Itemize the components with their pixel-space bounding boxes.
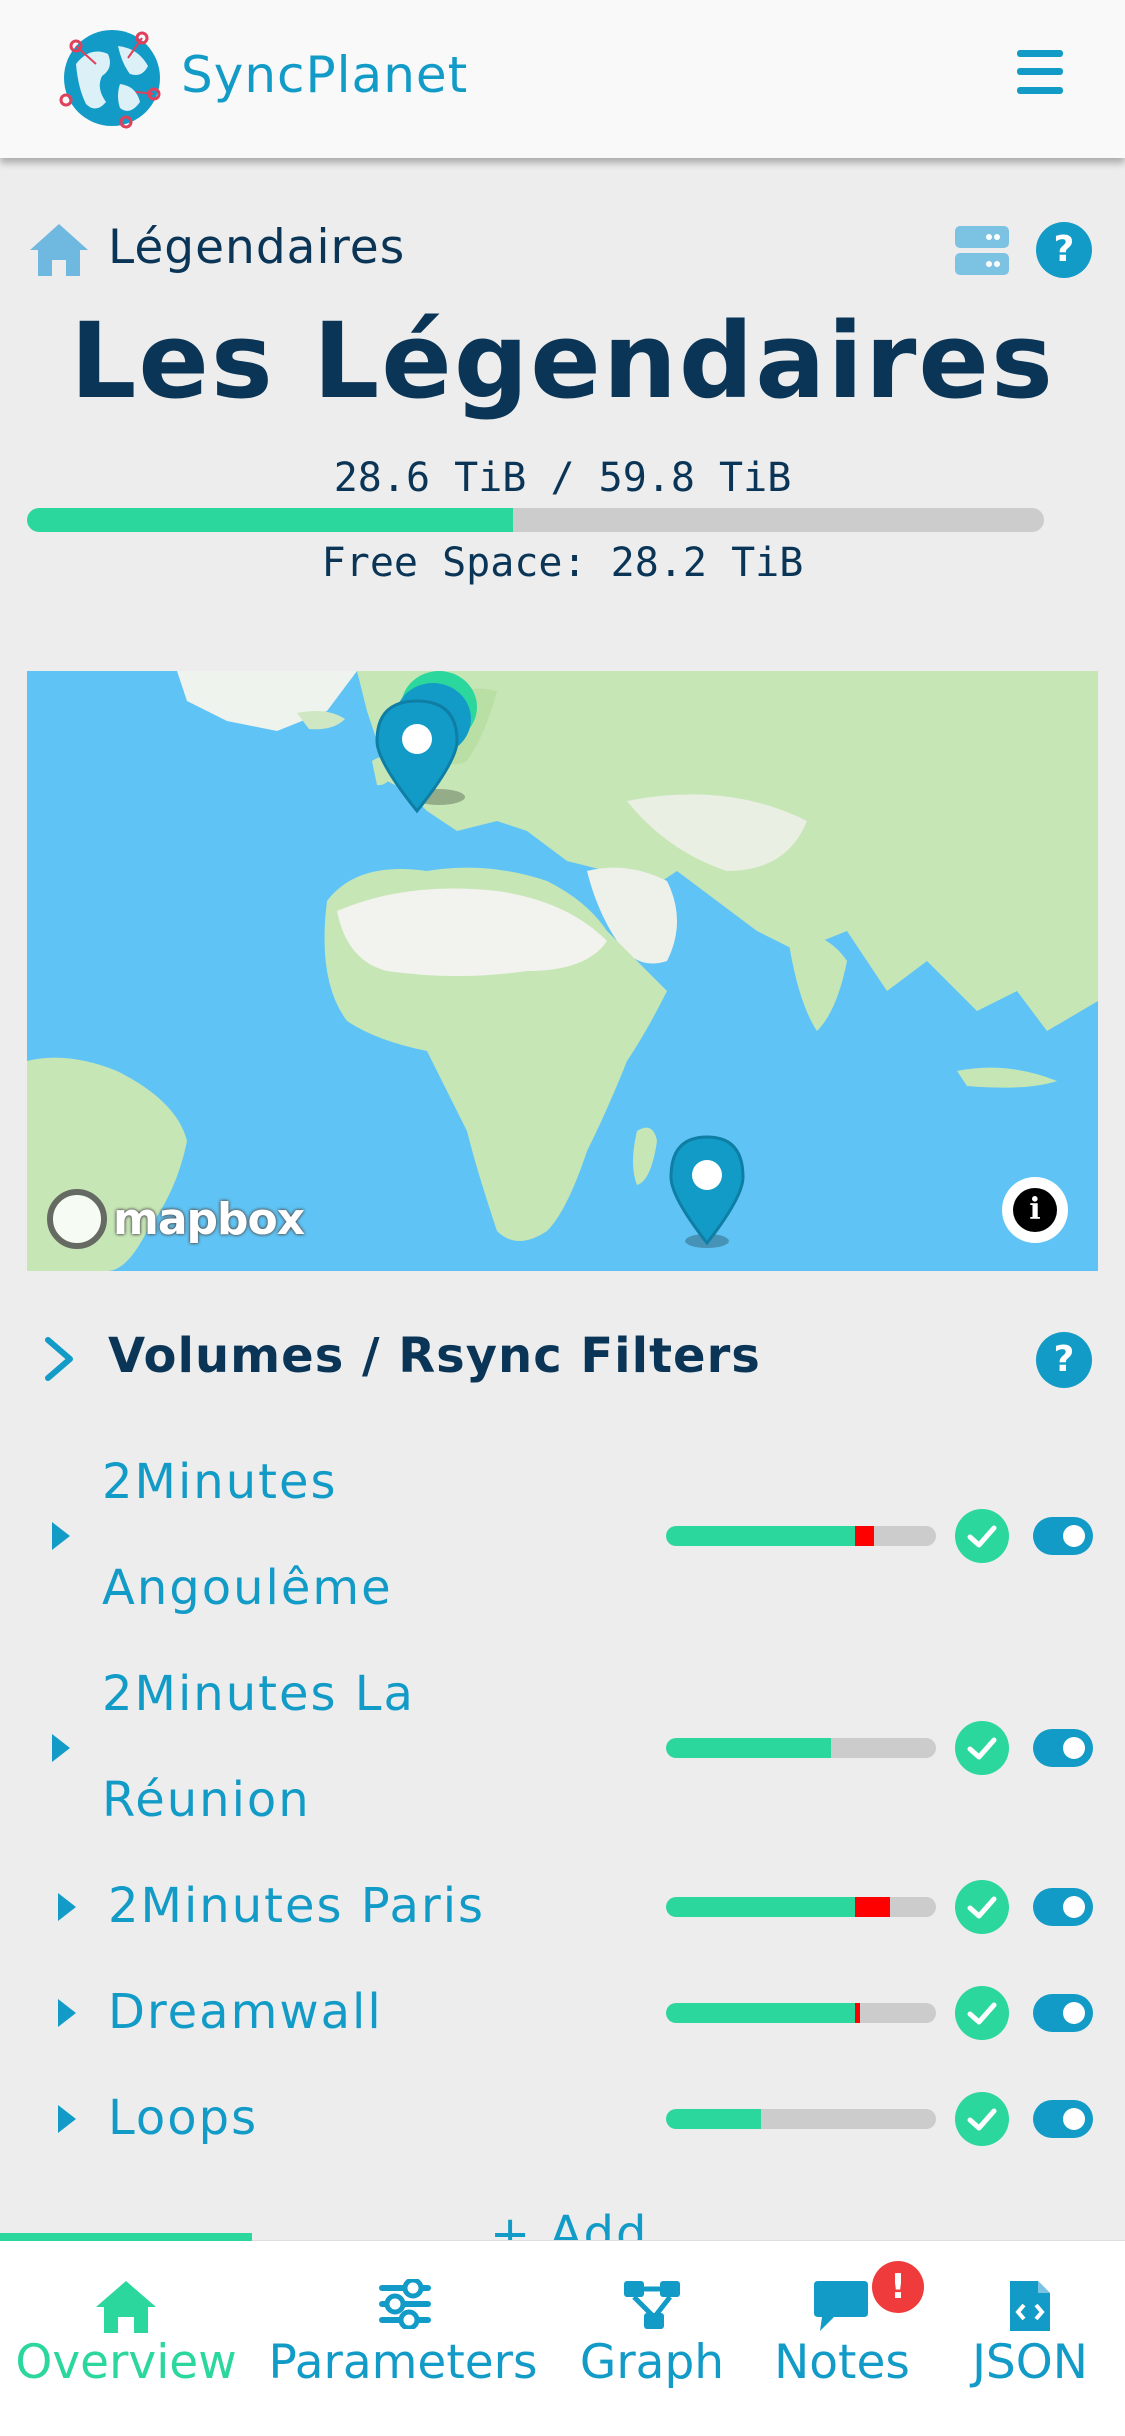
volume-overflow-fill (855, 1897, 891, 1917)
caret-right-icon[interactable] (56, 1997, 78, 2029)
mapbox-logo-text: mapbox (113, 1193, 305, 1245)
toggle-knob (1063, 1737, 1085, 1759)
volume-name[interactable]: Loops (108, 2066, 258, 2171)
toggle-knob (1063, 1525, 1085, 1547)
bottom-navigation: Overview Parameters Graph ! Notes JSON (0, 2233, 1125, 2436)
tab-notes-label: Notes (774, 2335, 910, 2390)
tab-json[interactable]: JSON (952, 2241, 1108, 2391)
volume-usage-bar (666, 2109, 936, 2129)
free-space-text: Free Space: 28.2 TiB (321, 540, 804, 586)
notes-alert-badge: ! (872, 2261, 924, 2313)
page-title: Les Légendaires (70, 300, 1055, 422)
status-ok-icon (955, 1509, 1009, 1563)
volume-usage-fill (666, 2109, 761, 2129)
toggle-knob (1063, 2002, 1085, 2024)
status-ok-icon (955, 2092, 1009, 2146)
sliders-icon (379, 2279, 431, 2329)
volume-name[interactable]: Dreamwall (108, 1960, 383, 2065)
tab-notes[interactable]: ! Notes (762, 2241, 924, 2391)
tab-json-label: JSON (972, 2335, 1088, 2390)
volume-name[interactable]: 2Minutes Paris (108, 1854, 485, 1959)
tab-parameters-label: Parameters (268, 2335, 538, 2390)
home-icon[interactable] (28, 222, 90, 278)
volume-usage-bar (666, 2003, 936, 2023)
status-ok-icon (955, 1880, 1009, 1934)
tab-graph[interactable]: Graph (568, 2241, 736, 2391)
caret-right-icon[interactable] (56, 2103, 78, 2135)
storage-progress-bar (27, 508, 1044, 532)
volume-name-line2[interactable]: Réunion (102, 1748, 311, 1853)
mapbox-logo-mark (47, 1189, 107, 1249)
tab-graph-label: Graph (579, 2335, 725, 2390)
volume-enable-toggle[interactable] (1033, 1888, 1093, 1926)
tab-overview-label: Overview (15, 2335, 237, 2390)
json-file-icon (1010, 2281, 1050, 2331)
volume-usage-fill (666, 2003, 855, 2023)
volume-usage-bar (666, 1738, 936, 1758)
volume-usage-fill (666, 1897, 855, 1917)
toggle-knob (1063, 1896, 1085, 1918)
volume-usage-fill (666, 1526, 855, 1546)
volume-enable-toggle[interactable] (1033, 2100, 1093, 2138)
caret-right-icon[interactable] (56, 1891, 78, 1923)
server-icon[interactable] (955, 226, 1009, 276)
storage-usage-text: 28.6 TiB / 59.8 TiB (333, 455, 792, 501)
world-map[interactable]: mapbox i (27, 671, 1098, 1271)
volume-overflow-fill (855, 1526, 874, 1546)
graph-icon (624, 2281, 680, 2329)
volume-enable-toggle[interactable] (1033, 1994, 1093, 2032)
globe-network-icon[interactable] (56, 24, 168, 130)
map-land (27, 671, 1098, 1271)
map-info-button[interactable]: i (1002, 1177, 1068, 1243)
help-icon[interactable]: ? (1036, 222, 1092, 278)
breadcrumb-label[interactable]: Légendaires (108, 220, 405, 275)
section-help-icon[interactable]: ? (1036, 1332, 1092, 1388)
map-marker-reunion[interactable] (669, 1135, 745, 1248)
info-icon: i (1013, 1188, 1057, 1232)
volume-enable-toggle[interactable] (1033, 1729, 1093, 1767)
volume-usage-bar (666, 1897, 936, 1917)
volume-enable-toggle[interactable] (1033, 1517, 1093, 1555)
status-ok-icon (955, 1986, 1009, 2040)
storage-progress-fill (27, 508, 514, 532)
hamburger-icon[interactable] (1017, 50, 1063, 94)
brand-name[interactable]: SyncPlanet (181, 46, 468, 104)
caret-right-icon[interactable] (50, 1520, 72, 1552)
top-app-bar: SyncPlanet (0, 0, 1125, 158)
volume-name-line2[interactable]: Angoulême (102, 1536, 393, 1641)
chevron-right-icon[interactable] (42, 1336, 76, 1382)
active-tab-indicator (0, 2233, 252, 2241)
toggle-knob (1063, 2108, 1085, 2130)
tab-parameters[interactable]: Parameters (262, 2241, 544, 2391)
home-icon (96, 2281, 156, 2333)
tab-overview[interactable]: Overview (0, 2241, 252, 2391)
mapbox-logo[interactable]: mapbox (47, 1187, 305, 1251)
volume-overflow-fill (855, 2003, 861, 2023)
caret-right-icon[interactable] (50, 1732, 72, 1764)
volume-name[interactable]: 2Minutes La (102, 1642, 415, 1747)
comment-icon (814, 2281, 868, 2331)
section-title[interactable]: Volumes / Rsync Filters (108, 1328, 761, 1384)
status-ok-icon (955, 1721, 1009, 1775)
volume-usage-bar (666, 1526, 936, 1546)
volume-name[interactable]: 2Minutes (102, 1430, 338, 1535)
volume-usage-fill (666, 1738, 831, 1758)
